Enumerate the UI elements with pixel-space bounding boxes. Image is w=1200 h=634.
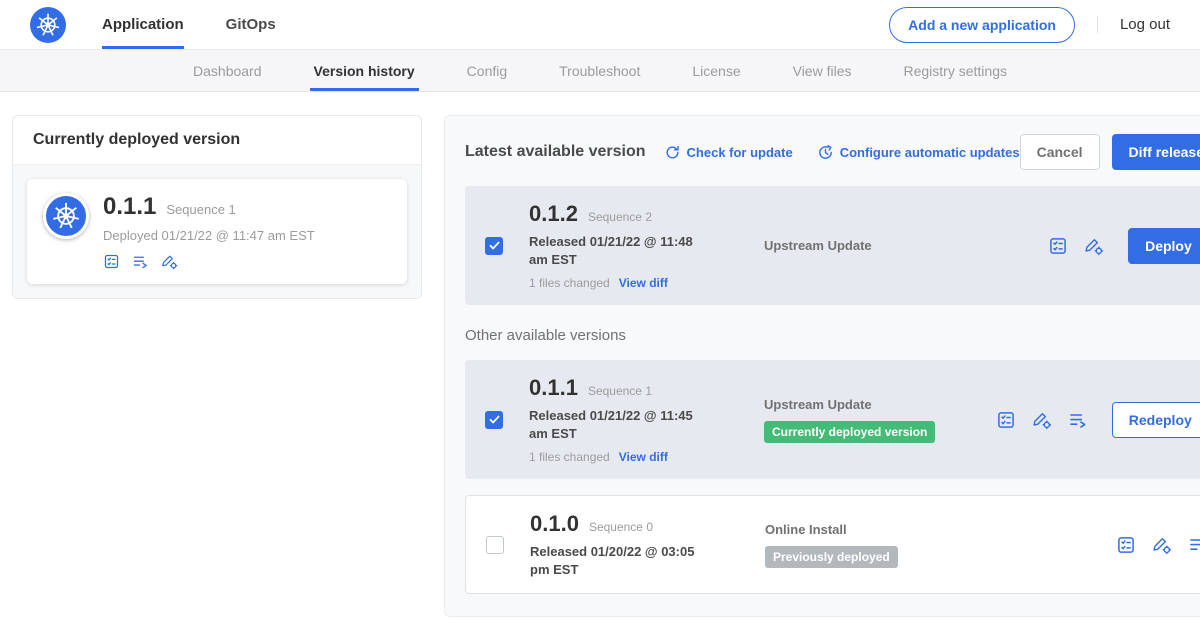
deployed-version-number: 0.1.1 [103,193,156,221]
configure-automatic-updates-link[interactable]: Configure automatic updates [817,144,1020,161]
deployed-timestamp: Deployed 01/21/22 @ 11:47 am EST [103,228,315,243]
auto-update-clock-icon [817,144,834,161]
update-links: Check for update Configure automatic upd… [664,144,1020,161]
view-diff-link[interactable]: View diff [619,450,668,464]
files-changed-label: 1 files changed [529,450,610,464]
deployed-action-icons [103,253,315,270]
currently-deployed-panel: Currently deployed version 0.1.1 Sequenc… [12,115,422,299]
version-sequence: Sequence 2 [588,210,652,224]
tab-dashboard[interactable]: Dashboard [167,50,288,91]
source-label: Online Install [765,522,1116,537]
currently-deployed-body: 0.1.1 Sequence 1 Deployed 01/21/22 @ 11:… [13,164,421,298]
version-info: 0.1.2 Sequence 2 Released 01/21/22 @ 11:… [529,201,734,290]
version-number: 0.1.1 [529,375,578,401]
other-available-versions-title: Other available versions [465,327,1200,344]
release-notes-icon[interactable] [103,253,120,270]
kubernetes-logo[interactable] [30,7,66,43]
version-source: Upstream Update Currently deployed versi… [764,397,996,443]
logout-link[interactable]: Log out [1097,16,1170,33]
tab-troubleshoot[interactable]: Troubleshoot [533,50,666,91]
latest-version-title: Latest available version [465,143,646,161]
previously-deployed-badge: Previously deployed [765,546,898,568]
check-icon [488,239,501,252]
check-for-update-label: Check for update [687,145,793,160]
add-new-application-button[interactable]: Add a new application [889,7,1075,43]
version-number: 0.1.2 [529,201,578,227]
configure-automatic-updates-label: Configure automatic updates [840,145,1020,160]
tab-gitops[interactable]: GitOps [226,0,276,49]
version-checkbox[interactable] [485,237,503,255]
config-edit-icon[interactable] [1032,410,1052,430]
config-edit-icon[interactable] [1084,236,1104,256]
version-actions [1116,535,1200,555]
diff-releases-button[interactable]: Diff releases [1112,134,1200,170]
view-diff-link[interactable]: View diff [619,276,668,290]
helm-wheel-icon [35,12,61,38]
topnav-tabs: Application GitOps [102,0,318,49]
version-history-panel: Latest available version Check for updat… [444,115,1200,617]
version-row-0-1-2: 0.1.2 Sequence 2 Released 01/21/22 @ 11:… [465,186,1200,305]
version-info: 0.1.0 Sequence 0 Released 01/20/22 @ 03:… [530,511,735,578]
version-actions: Redeploy [996,402,1200,438]
header-buttons: Cancel Diff releases [1020,134,1200,170]
tab-config[interactable]: Config [441,50,533,91]
top-navbar: Application GitOps Add a new application… [0,0,1200,50]
tab-view-files[interactable]: View files [767,50,878,91]
version-released: Released 01/20/22 @ 03:05 pm EST [530,543,715,578]
release-notes-icon[interactable] [996,410,1016,430]
latest-version-header: Latest available version Check for updat… [465,134,1200,170]
version-info: 0.1.1 Sequence 1 Released 01/21/22 @ 11:… [529,375,734,464]
deploy-logs-icon[interactable] [1188,535,1200,555]
app-logo-badge [43,193,89,239]
files-changed-label: 1 files changed [529,276,610,290]
source-label: Upstream Update [764,238,1048,253]
version-actions: Deploy [1048,228,1200,264]
deployed-sequence: Sequence 1 [166,202,235,217]
version-released: Released 01/21/22 @ 11:45 am EST [529,407,714,442]
tab-version-history[interactable]: Version history [288,50,441,91]
app-subnav: Dashboard Version history Config Trouble… [0,50,1200,92]
version-checkbox[interactable] [485,411,503,429]
refresh-icon [664,144,681,161]
deploy-logs-icon[interactable] [132,253,149,270]
deploy-logs-icon[interactable] [1068,410,1088,430]
tab-license[interactable]: License [666,50,766,91]
deploy-button[interactable]: Deploy [1128,228,1200,264]
redeploy-button[interactable]: Redeploy [1112,402,1200,438]
version-row-0-1-0: 0.1.0 Sequence 0 Released 01/20/22 @ 03:… [465,495,1200,594]
config-edit-icon[interactable] [161,253,178,270]
source-label: Upstream Update [764,397,996,412]
deployed-version-details: 0.1.1 Sequence 1 Deployed 01/21/22 @ 11:… [103,193,315,270]
version-number: 0.1.0 [530,511,579,537]
main-content: Currently deployed version 0.1.1 Sequenc… [0,92,1200,633]
release-notes-icon[interactable] [1048,236,1068,256]
currently-deployed-title: Currently deployed version [13,116,421,164]
cancel-button[interactable]: Cancel [1020,134,1100,170]
version-row-0-1-1: 0.1.1 Sequence 1 Released 01/21/22 @ 11:… [465,360,1200,479]
check-icon [488,413,501,426]
release-notes-icon[interactable] [1116,535,1136,555]
version-source: Upstream Update [764,238,1048,253]
tab-application[interactable]: Application [102,0,184,49]
version-sequence: Sequence 1 [588,384,652,398]
tab-registry-settings[interactable]: Registry settings [878,50,1033,91]
currently-deployed-badge: Currently deployed version [764,421,935,443]
helm-wheel-icon [51,201,81,231]
config-edit-icon[interactable] [1152,535,1172,555]
deployed-version-card: 0.1.1 Sequence 1 Deployed 01/21/22 @ 11:… [27,179,407,284]
check-for-update-link[interactable]: Check for update [664,144,793,161]
version-released: Released 01/21/22 @ 11:48 am EST [529,233,714,268]
version-source: Online Install Previously deployed [765,522,1116,568]
version-checkbox[interactable] [486,536,504,554]
version-sequence: Sequence 0 [589,520,653,534]
topnav-right: Add a new application Log out [889,7,1170,43]
